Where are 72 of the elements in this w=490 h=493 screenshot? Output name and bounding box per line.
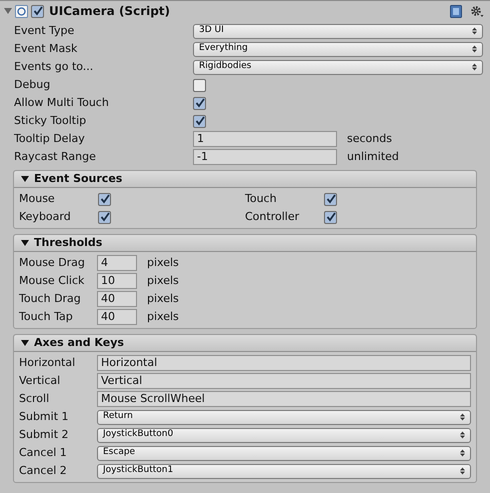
section-title: Thresholds xyxy=(34,234,102,251)
updown-arrows-icon xyxy=(460,413,465,421)
field-label: Vertical xyxy=(19,372,62,389)
text-field[interactable]: Vertical xyxy=(97,373,471,389)
checkbox[interactable] xyxy=(98,192,111,206)
updown-arrows-icon xyxy=(460,431,465,439)
field-label: Tooltip Delay xyxy=(14,130,86,147)
foldout-arrow-icon[interactable] xyxy=(21,175,29,183)
unit-label: pixels xyxy=(147,308,179,325)
field-label: Scroll xyxy=(19,390,50,407)
field-label: Submit 1 xyxy=(19,408,70,425)
component-title: UICamera (Script) xyxy=(49,3,170,20)
field-label: Touch Tap xyxy=(19,308,74,325)
dropdown[interactable]: Return xyxy=(97,410,471,424)
field-label: Event Type xyxy=(14,22,76,39)
check-icon xyxy=(32,6,42,16)
section-header[interactable]: Axes and Keys xyxy=(14,335,476,352)
text-field[interactable]: Mouse ScrollWheel xyxy=(97,391,471,407)
number-field[interactable]: 1 xyxy=(193,131,337,147)
checkbox[interactable] xyxy=(193,114,206,128)
number-field[interactable]: 40 xyxy=(97,309,137,325)
checkbox[interactable] xyxy=(98,210,111,224)
foldout-arrow-icon[interactable] xyxy=(21,339,29,347)
checkbox[interactable] xyxy=(193,96,206,110)
dropdown[interactable]: JoystickButton0 xyxy=(97,428,471,442)
gear-icon[interactable] xyxy=(470,4,484,18)
checkbox[interactable] xyxy=(324,210,337,224)
field-label: Events go to... xyxy=(14,58,94,75)
dropdown[interactable]: 3D UI xyxy=(193,24,483,38)
field-label: Mouse Click xyxy=(19,272,86,289)
updown-arrows-icon xyxy=(460,449,465,457)
unit-label: unlimited xyxy=(347,148,399,165)
updown-arrows-icon xyxy=(460,467,465,475)
dropdown[interactable]: Escape xyxy=(97,446,471,460)
section-header[interactable]: Event Sources xyxy=(14,171,476,188)
dropdown[interactable]: JoystickButton1 xyxy=(97,464,471,478)
section-title: Event Sources xyxy=(34,170,122,187)
dropdown[interactable]: Everything xyxy=(193,42,483,56)
toggle-label: Touch xyxy=(245,190,278,207)
text-field[interactable]: Horizontal xyxy=(97,355,471,371)
updown-arrows-icon xyxy=(472,63,477,71)
field-label: Event Mask xyxy=(14,40,78,57)
section-title: Axes and Keys xyxy=(34,334,124,351)
field-label: Touch Drag xyxy=(19,290,82,307)
unit-label: seconds xyxy=(347,130,392,147)
field-label: Sticky Tooltip xyxy=(14,112,88,129)
toggle-label: Keyboard xyxy=(19,208,72,225)
field-label: Submit 2 xyxy=(19,426,70,443)
field-label: Allow Multi Touch xyxy=(14,94,110,111)
field-label: Cancel 2 xyxy=(19,462,68,479)
number-field[interactable]: 40 xyxy=(97,291,137,307)
field-label: Debug xyxy=(14,76,52,93)
number-field[interactable]: -1 xyxy=(193,149,337,165)
updown-arrows-icon xyxy=(472,27,477,35)
updown-arrows-icon xyxy=(472,45,477,53)
field-label: Raycast Range xyxy=(14,148,97,165)
toggle-label: Controller xyxy=(245,208,300,225)
unit-label: pixels xyxy=(147,272,179,289)
toggle-label: Mouse xyxy=(19,190,56,207)
foldout-arrow-icon[interactable] xyxy=(21,239,29,247)
number-field[interactable]: 4 xyxy=(97,255,137,271)
checkbox[interactable] xyxy=(324,192,337,206)
field-label: Mouse Drag xyxy=(19,254,86,271)
dropdown[interactable]: Rigidbodies xyxy=(193,60,483,74)
unit-label: pixels xyxy=(147,254,179,271)
section-header[interactable]: Thresholds xyxy=(14,235,476,252)
unit-label: pixels xyxy=(147,290,179,307)
field-label: Cancel 1 xyxy=(19,444,68,461)
number-field[interactable]: 10 xyxy=(97,273,137,289)
checkbox[interactable] xyxy=(31,4,44,18)
field-label: Horizontal xyxy=(19,354,76,371)
checkbox[interactable] xyxy=(193,78,206,92)
